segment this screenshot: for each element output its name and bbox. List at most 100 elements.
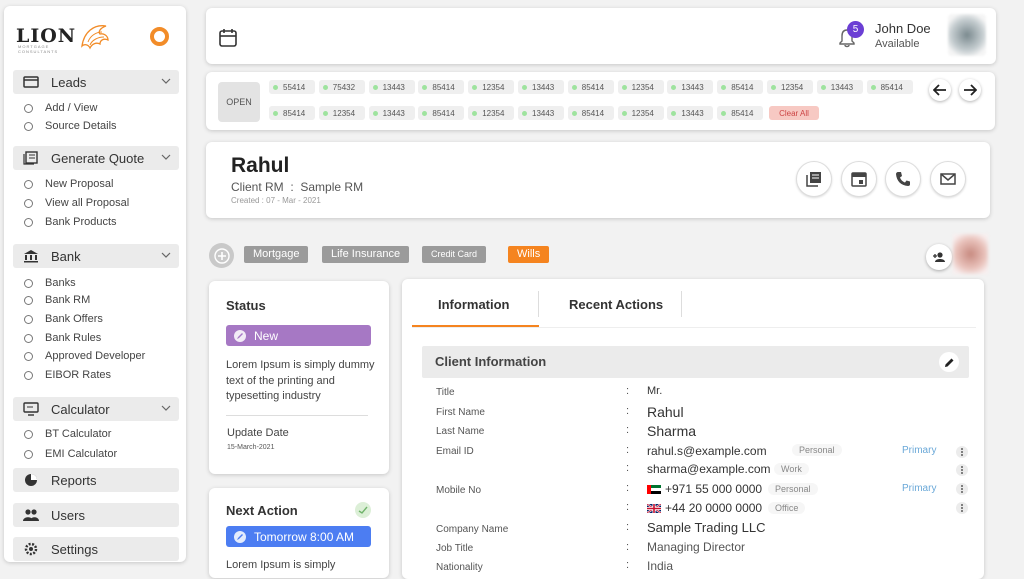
person-add-icon [933, 252, 945, 262]
tab-information[interactable]: Information [438, 297, 510, 312]
lead-id-label: 85414 [432, 82, 455, 92]
sidebar-section-label: Calculator [51, 401, 110, 417]
sidebar-item-bank-offers[interactable]: Bank Offers [24, 313, 103, 325]
lead-id-chip[interactable]: 13443 [816, 80, 863, 94]
chevron-down-icon[interactable] [161, 250, 171, 260]
lead-id-chip[interactable]: 13443 [667, 106, 714, 120]
chevron-down-icon[interactable] [161, 403, 171, 413]
sidebar-item-emi-calculator[interactable]: EMI Calculator [24, 448, 117, 460]
documents-button[interactable] [796, 161, 832, 197]
schedule-button[interactable] [841, 161, 877, 197]
more-options-button[interactable] [956, 502, 968, 514]
monitor-icon [23, 402, 39, 416]
radio-icon [24, 351, 33, 361]
notification-badge[interactable]: 5 [847, 21, 864, 38]
lead-id-chip[interactable]: 75432 [318, 80, 365, 94]
lead-id-chip[interactable]: 55414 [269, 80, 315, 94]
call-button[interactable] [885, 161, 921, 197]
lead-id-chip[interactable]: 85414 [717, 80, 764, 94]
sidebar-item-new-proposal[interactable]: New Proposal [24, 178, 113, 190]
lead-id-chip[interactable]: 85414 [418, 106, 465, 120]
tab-recent-actions[interactable]: Recent Actions [569, 297, 663, 312]
lead-id-chip[interactable]: 13443 [667, 80, 714, 94]
add-product-button[interactable] [209, 243, 234, 268]
primary-label: Primary [902, 483, 937, 494]
lead-id-chip[interactable]: 12354 [617, 106, 664, 120]
chevron-down-icon[interactable] [161, 76, 171, 86]
sidebar-item-eibor-rates[interactable]: EIBOR Rates [24, 369, 111, 381]
edit-button[interactable] [939, 352, 959, 372]
sidebar-item-add-view[interactable]: Add / View [24, 102, 97, 114]
field-colon: : [626, 424, 630, 436]
sidebar-item-users[interactable]: Users [13, 503, 179, 527]
status-dot-icon [721, 110, 727, 116]
lead-id-chip[interactable]: 85414 [269, 106, 315, 120]
email-button[interactable] [930, 161, 966, 197]
lead-id-chip[interactable]: 13443 [368, 106, 415, 120]
client-name: Rahul [231, 154, 290, 177]
field-value-mobile-1[interactable]: +971 55 000 0000 [647, 482, 762, 496]
status-ring-icon[interactable] [150, 27, 169, 46]
more-options-button[interactable] [956, 483, 968, 495]
field-value-email-2[interactable]: sharma@example.com [647, 462, 771, 476]
status-dot-icon [372, 84, 378, 90]
active-tab-indicator [412, 325, 539, 327]
field-value-email-1[interactable]: rahul.s@example.com [647, 444, 767, 458]
sidebar-section-generate-quote[interactable]: Generate Quote [13, 146, 179, 170]
sidebar-item-reports[interactable]: Reports [13, 468, 179, 492]
lead-id-chip[interactable]: 85414 [567, 80, 614, 94]
next-action-edit-icon[interactable] [355, 502, 371, 518]
tag-mortgage[interactable]: Mortgage [244, 246, 309, 263]
next-arrow-button[interactable] [959, 79, 981, 101]
field-value-mobile-2[interactable]: +44 20 0000 0000 [647, 501, 762, 515]
lead-id-chip[interactable]: 12354 [617, 80, 664, 94]
lead-id-chip[interactable]: 12354 [468, 80, 515, 94]
next-action-pill[interactable]: Tomorrow 8:00 AM [226, 526, 371, 547]
sidebar-item-label: Users [51, 507, 85, 523]
lead-id-chip[interactable]: 13443 [518, 80, 564, 94]
lead-id-chip[interactable]: 85414 [418, 80, 465, 94]
sidebar-item-bank-rm[interactable]: Bank RM [24, 294, 90, 306]
sidebar-item-bt-calculator[interactable]: BT Calculator [24, 428, 111, 440]
open-button[interactable]: OPEN [218, 82, 260, 122]
sidebar-item-banks[interactable]: Banks [24, 277, 76, 289]
tag-life-insurance[interactable]: Life Insurance [322, 246, 410, 263]
sidebar-section-leads[interactable]: Leads [13, 70, 179, 94]
chevron-down-icon[interactable] [161, 152, 171, 162]
sidebar-item-settings[interactable]: Settings [13, 537, 179, 561]
status-dot-icon [870, 84, 876, 90]
calendar-icon[interactable] [218, 28, 238, 48]
sidebar-item-label: Reports [51, 472, 97, 488]
lead-id-label: 13443 [382, 82, 405, 92]
prev-arrow-button[interactable] [929, 79, 951, 101]
field-label-first-name: First Name [436, 407, 485, 418]
sidebar-item-view-all-proposal[interactable]: View all Proposal [24, 197, 129, 209]
info-panel: Information Recent Actions Client Inform… [402, 279, 984, 579]
sidebar-item-source-details[interactable]: Source Details [24, 120, 117, 132]
sidebar-section-calculator[interactable]: Calculator [13, 397, 179, 421]
sidebar-item-bank-rules[interactable]: Bank Rules [24, 332, 101, 344]
assign-user-button[interactable] [926, 244, 952, 270]
lead-id-chip[interactable]: 13443 [518, 106, 564, 120]
tag-credit-card[interactable]: Credit Card [422, 246, 487, 263]
tag-wills[interactable]: Wills [508, 246, 550, 263]
lead-id-chip[interactable]: 12354 [318, 106, 365, 120]
more-options-button[interactable] [956, 464, 968, 476]
sidebar-section-bank[interactable]: Bank [13, 244, 179, 268]
lead-id-chip[interactable]: 85414 [567, 106, 614, 120]
more-options-button[interactable] [956, 446, 968, 458]
lead-id-chip[interactable]: 85414 [717, 106, 764, 120]
lead-id-chip[interactable]: 85414 [866, 80, 913, 94]
lead-id-chip[interactable]: 13443 [368, 80, 415, 94]
lead-id-chip[interactable]: 12354 [767, 80, 813, 94]
sidebar-item-bank-products[interactable]: Bank Products [24, 216, 117, 228]
sidebar-item-approved-developer[interactable]: Approved Developer [24, 350, 145, 362]
arrow-right-icon [964, 84, 977, 96]
tabs-divider [412, 327, 976, 328]
clear-all-button[interactable]: Clear All [769, 106, 819, 120]
status-pill[interactable]: New [226, 325, 371, 346]
client-rm-value: Sample RM [300, 180, 364, 194]
assigned-user-avatar[interactable] [953, 234, 988, 274]
lead-id-chip[interactable]: 12354 [468, 106, 515, 120]
avatar[interactable] [948, 14, 986, 56]
